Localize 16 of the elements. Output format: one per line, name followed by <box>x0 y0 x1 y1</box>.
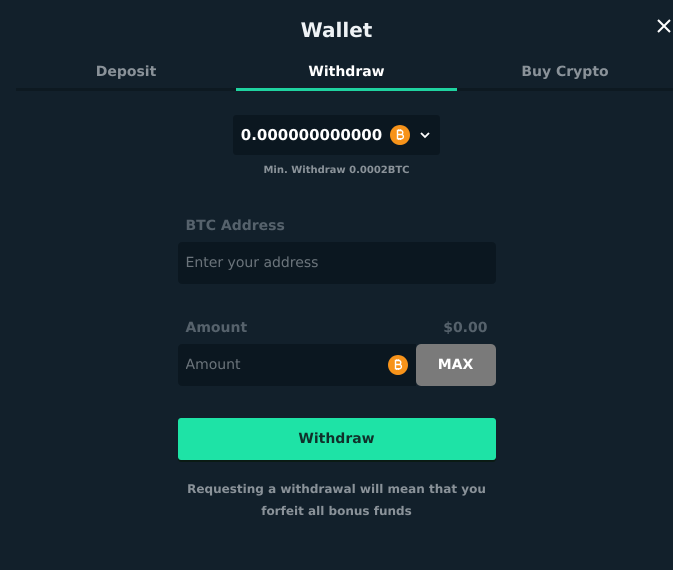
bitcoin-icon <box>390 125 410 145</box>
tab[interactable]: Deposit <box>16 64 236 91</box>
window-title: Wallet <box>300 18 372 44</box>
field-label: Amount <box>186 320 248 336</box>
min-withdraw-text: Min. Withdraw 0.0002BTC <box>263 165 410 176</box>
bonus-note: Requesting a withdrawal will mean that you forfeit all bonus funds <box>186 481 487 520</box>
max-button[interactable]: MAX <box>416 344 496 386</box>
usd-value: $0.00 <box>443 320 488 336</box>
bitcoin-icon <box>388 355 408 375</box>
amount-input[interactable]: Amount <box>178 344 416 386</box>
balance-dropdown[interactable]: 0.000000000000 <box>232 115 440 155</box>
tab[interactable]: Buy Crypto <box>457 64 673 91</box>
tab[interactable]: Withdraw <box>236 64 457 91</box>
field-label: BTC Address <box>186 218 285 234</box>
withdraw-button[interactable]: Withdraw <box>178 418 496 460</box>
address-input[interactable]: Enter your address <box>178 242 496 284</box>
